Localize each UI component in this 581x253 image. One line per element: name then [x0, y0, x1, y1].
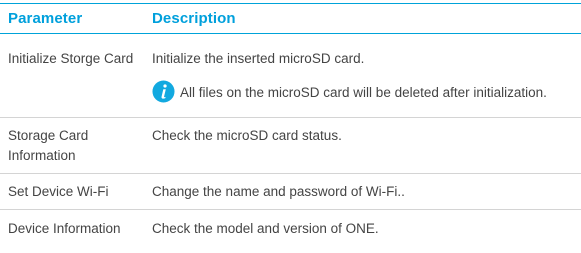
row-description: Change the name and password of Wi-Fi..: [152, 184, 405, 199]
header-parameter: Parameter: [8, 10, 83, 27]
row-parameter: Initialize Storge Card: [8, 51, 134, 66]
table-header: Parameter Description: [0, 6, 581, 32]
header-rule: [0, 33, 581, 34]
table-top-rule: [0, 3, 581, 4]
row-parameter: Storage Card Information: [8, 128, 89, 163]
note: All files on the microSD card will be de…: [152, 80, 577, 106]
row-divider: [0, 117, 581, 118]
row-description: Initialize the inserted microSD card.: [152, 51, 365, 66]
row-divider: [0, 209, 581, 210]
note-text: All files on the microSD card will be de…: [180, 85, 547, 100]
row-description: Check the model and version of ONE.: [152, 221, 379, 236]
row-description: Check the microSD card status.: [152, 128, 342, 143]
info-icon: [152, 80, 175, 103]
row-parameter: Device Information: [8, 221, 121, 236]
header-description: Description: [152, 10, 236, 27]
row-parameter: Set Device Wi-Fi: [8, 184, 109, 199]
row-divider: [0, 173, 581, 174]
